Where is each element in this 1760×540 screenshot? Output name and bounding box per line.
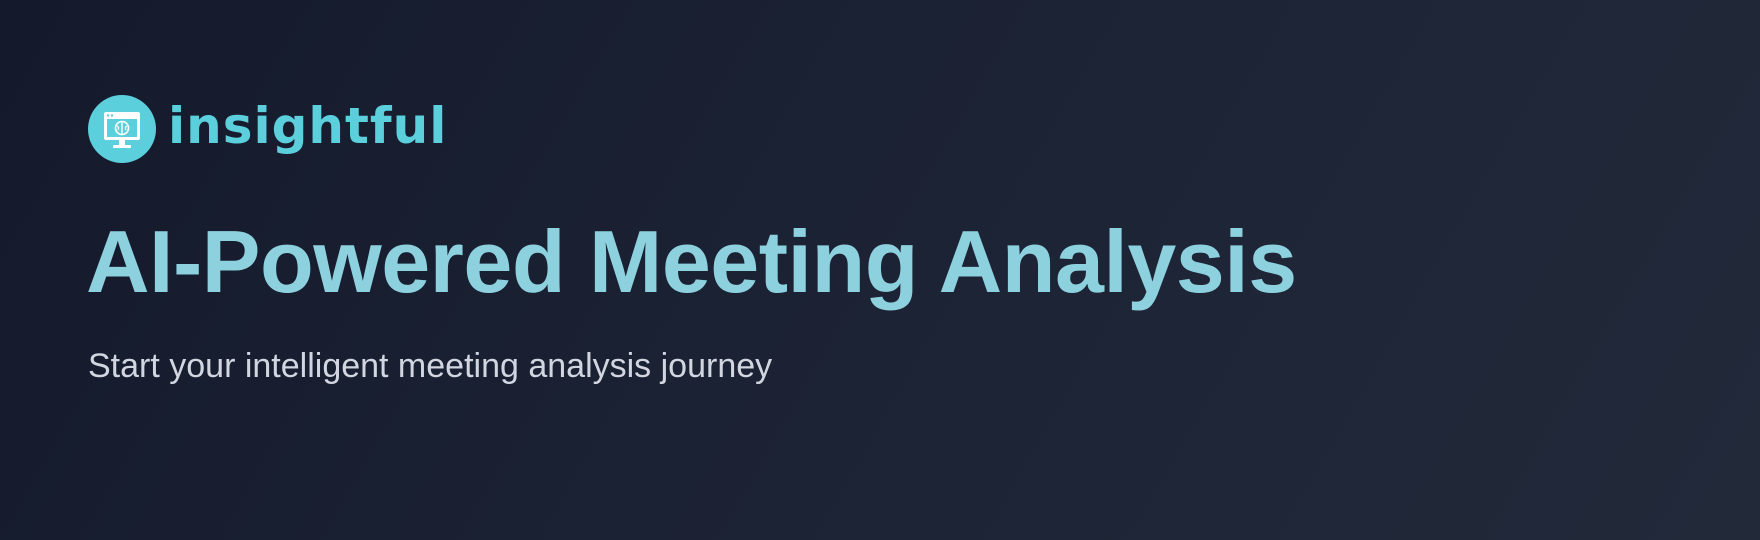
hero-banner: insightful AI-Powered Meeting Analysis S… — [0, 0, 1760, 540]
monitor-brain-icon — [88, 95, 156, 163]
brand-name: insightful — [168, 97, 448, 155]
page-title: AI-Powered Meeting Analysis — [86, 212, 1297, 311]
page-subtitle: Start your intelligent meeting analysis … — [88, 347, 773, 385]
brand[interactable]: insightful — [88, 94, 447, 164]
logo-graphic — [88, 95, 156, 163]
